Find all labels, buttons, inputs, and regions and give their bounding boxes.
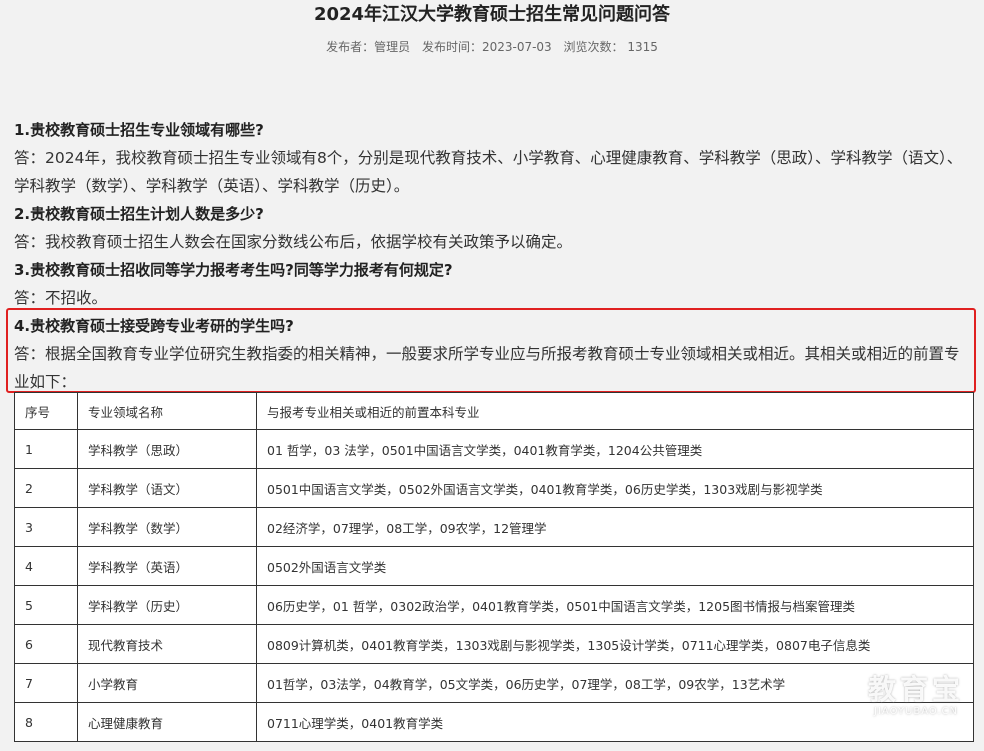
table-cell-field: 心理健康教育 (77, 702, 257, 742)
table-cell-field: 现代教育技术 (77, 624, 257, 664)
table-cell-majors: 0502外国语言文学类 (256, 546, 974, 586)
publish-time: 发布时间：2023-07-03 (421, 40, 552, 54)
view-count: 浏览次数： 1315 (563, 40, 658, 54)
table-row: 1 学科教学（思政） 01 哲学，03 法学，0501中国语言文学类，0401教… (14, 429, 974, 469)
table-header-cell: 与报考专业相关或相近的前置本科专业 (256, 392, 974, 430)
table-cell-field: 学科教学（历史） (77, 585, 257, 625)
majors-table: 序号 专业领域名称 与报考专业相关或相近的前置本科专业 1 学科教学（思政） 0… (14, 392, 974, 742)
table-row: 6 现代教育技术 0809计算机类，0401教育学类，1303戏剧与影视学类，1… (14, 624, 974, 664)
table-row: 2 学科教学（语文） 0501中国语言文学类，0502外国语言文学类，0401教… (14, 468, 974, 508)
table-cell-majors: 06历史学，01 哲学，0302政治学，0401教育学类，0501中国语言文学类… (256, 585, 974, 625)
faq-question-4: 4.贵校教育硕士接受跨专业考研的学生吗? (14, 317, 294, 335)
table-cell-field: 学科教学（数学） (77, 507, 257, 547)
table-row: 3 学科教学（数学） 02经济学，07理学，08工学，09农学，12管理学 (14, 507, 974, 547)
table-cell-majors: 0809计算机类，0401教育学类，1303戏剧与影视学类，1305设计学类，0… (256, 624, 974, 664)
table-header-cell: 序号 (14, 392, 78, 430)
table-row: 7 小学教育 01哲学，03法学，04教育学，05文学类，06历史学，07理学，… (14, 663, 974, 703)
table-cell-index: 5 (14, 585, 78, 625)
publisher: 发布者：管理员 (326, 40, 411, 54)
faq-content: 1.贵校教育硕士招生专业领域有哪些? 答：2024年，我校教育硕士招生专业领域有… (14, 116, 969, 396)
page-title: 2024年江汉大学教育硕士招生常见问题问答 (313, 4, 671, 25)
faq-question-1: 1.贵校教育硕士招生专业领域有哪些? (14, 121, 264, 139)
table-cell-index: 6 (14, 624, 78, 664)
faq-answer-1: 答：2024年，我校教育硕士招生专业领域有8个，分别是现代教育技术、小学教育、心… (14, 149, 963, 195)
table-cell-index: 3 (14, 507, 78, 547)
faq-question-3: 3.贵校教育硕士招收同等学力报考考生吗?同等学力报考有何规定? (14, 261, 453, 279)
article-meta: 发布者：管理员 发布时间：2023-07-03 浏览次数： 1315 (0, 39, 984, 55)
table-cell-field: 学科教学（英语） (77, 546, 257, 586)
watermark-text: 教育宝 (867, 673, 964, 706)
table-cell-majors: 01 哲学，03 法学，0501中国语言文学类，0401教育学类，1204公共管… (256, 429, 974, 469)
table-header-cell: 专业领域名称 (77, 392, 257, 430)
faq-question-2: 2.贵校教育硕士招生计划人数是多少? (14, 205, 264, 223)
faq-answer-4: 答：根据全国教育专业学位研究生教指委的相关精神，一般要求所学专业应与所报考教育硕… (14, 345, 960, 391)
table-cell-index: 8 (14, 702, 78, 742)
table-cell-index: 2 (14, 468, 78, 508)
table-cell-field: 小学教育 (77, 663, 257, 703)
faq-answer-2: 答：我校教育硕士招生人数会在国家分数线公布后，依据学校有关政策予以确定。 (14, 233, 573, 251)
table-cell-index: 7 (14, 663, 78, 703)
table-row: 5 学科教学（历史） 06历史学，01 哲学，0302政治学，0401教育学类，… (14, 585, 974, 625)
table-cell-field: 学科教学（思政） (77, 429, 257, 469)
table-cell-majors: 02经济学，07理学，08工学，09农学，12管理学 (256, 507, 974, 547)
table-cell-index: 1 (14, 429, 78, 469)
watermark-domain: JIAOYUBAO.CN (874, 706, 958, 717)
table-cell-field: 学科教学（语文） (77, 468, 257, 508)
table-cell-index: 4 (14, 546, 78, 586)
faq-answer-3: 答：不招收。 (14, 289, 108, 307)
table-cell-majors: 01哲学，03法学，04教育学，05文学类，06历史学，07理学，08工学，09… (256, 663, 974, 703)
table-cell-majors: 0501中国语言文学类，0502外国语言文学类，0401教育学类，06历史学类，… (256, 468, 974, 508)
table-cell-majors: 0711心理学类，0401教育学类 (256, 702, 974, 742)
table-header-row: 序号 专业领域名称 与报考专业相关或相近的前置本科专业 (14, 392, 974, 430)
watermark-logo: 教育宝 JIAOYUBAO.CN (868, 674, 964, 718)
table-row: 4 学科教学（英语） 0502外国语言文学类 (14, 546, 974, 586)
table-row: 8 心理健康教育 0711心理学类，0401教育学类 (14, 702, 974, 742)
